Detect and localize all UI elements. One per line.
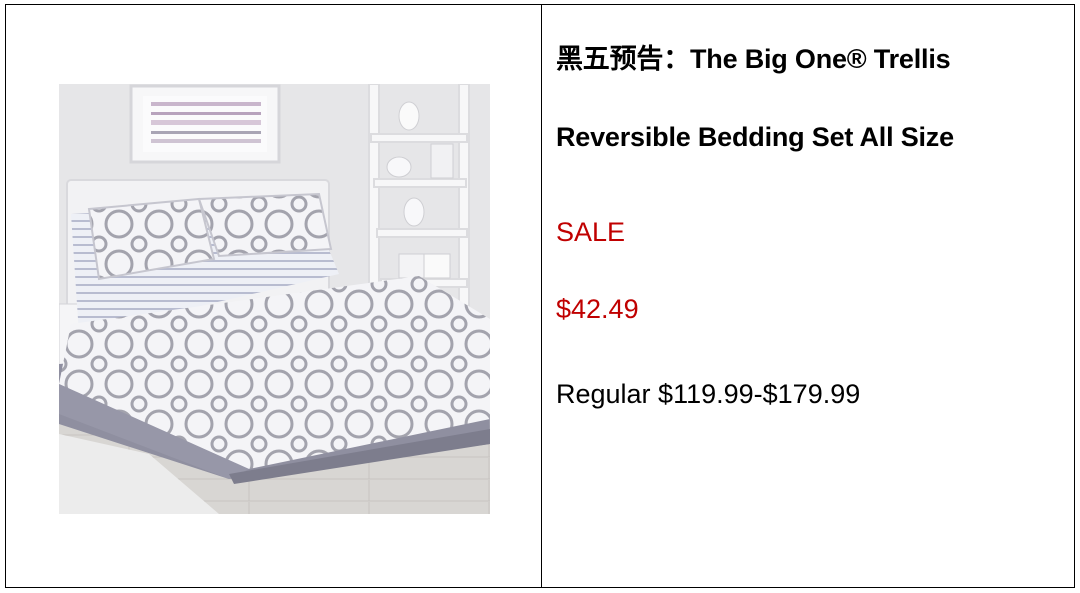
sale-price: $42.49 <box>556 294 639 324</box>
image-cell <box>6 5 542 587</box>
regular-price: Regular $119.99-$179.99 <box>556 379 861 409</box>
bedding-set-photo <box>59 84 490 514</box>
product-table: 黑五预告：The Big One® Trellis Reversible Bed… <box>5 4 1075 588</box>
product-title-line-2: Reversible Bedding Set All Size <box>556 122 954 152</box>
sale-label: SALE <box>556 217 626 247</box>
product-title-line-1: 黑五预告：The Big One® Trellis <box>556 44 951 74</box>
details-cell: 黑五预告：The Big One® Trellis Reversible Bed… <box>542 5 1074 587</box>
